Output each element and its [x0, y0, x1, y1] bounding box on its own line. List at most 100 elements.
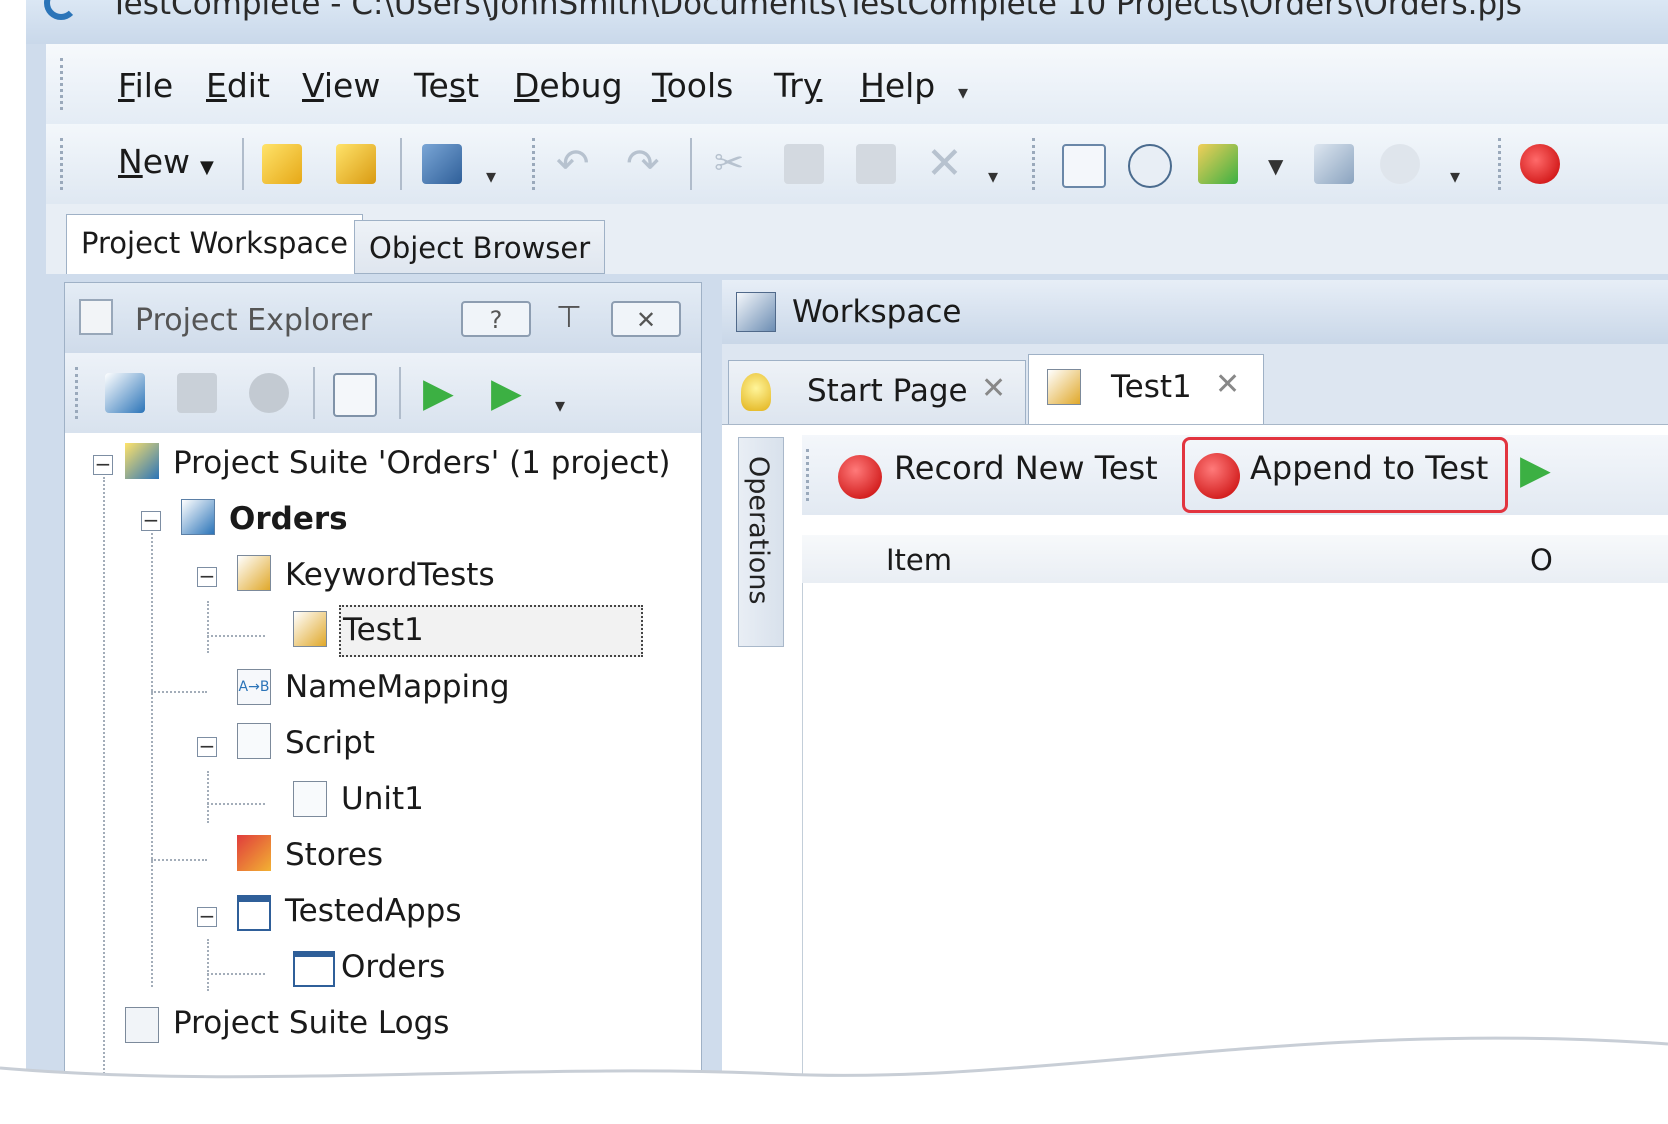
keyword-test-editor: Operations Record New Test Append to Tes…: [722, 424, 1668, 1124]
toolbar-separator: [400, 138, 402, 190]
project-collapse-toggle[interactable]: −: [141, 510, 161, 531]
project-explorer-toolbar: ▶ ▶ ▾: [65, 353, 701, 434]
operations-grid[interactable]: [802, 583, 1668, 1124]
tree-item-tested-apps[interactable]: TestedApps: [285, 893, 462, 929]
tree-item-project-suite-logs[interactable]: Project Suite Logs: [173, 1005, 449, 1041]
record-new-test-icon: [838, 455, 882, 499]
tools-dropdown-chevron-icon[interactable]: ▾: [1450, 164, 1460, 188]
project-icon: [181, 499, 215, 535]
new-item-icon[interactable]: [177, 373, 217, 413]
run-tested-app-icon[interactable]: [1198, 144, 1238, 184]
tested-app-dropdown-chevron-icon[interactable]: ▼: [1268, 154, 1283, 178]
workspace-edit-icon: [736, 292, 776, 332]
keyword-test-tab-icon: [1047, 369, 1081, 405]
open-recent-icon[interactable]: [336, 144, 376, 184]
tree-item-test1-selected[interactable]: Test1: [339, 605, 643, 657]
object-browser-icon[interactable]: [1128, 144, 1172, 188]
tree-item-keyword-tests[interactable]: KeywordTests: [285, 557, 495, 593]
close-panel-button[interactable]: ✕: [611, 301, 681, 337]
tree-connector: [207, 973, 265, 975]
copy-icon[interactable]: [784, 144, 824, 184]
tree-item-tested-app-orders[interactable]: Orders: [341, 949, 445, 985]
tab-object-browser[interactable]: Object Browser: [354, 220, 606, 274]
column-header-operation[interactable]: O: [1530, 543, 1553, 577]
menu-view[interactable]: View: [302, 66, 380, 105]
save-icon[interactable]: [422, 144, 462, 184]
object-spy-icon[interactable]: [1062, 144, 1106, 188]
tree-connector: [151, 533, 153, 987]
edit-dropdown-chevron-icon[interactable]: ▾: [988, 164, 998, 188]
tested-app-window-icon: [293, 951, 335, 987]
toolbar-grip: [532, 138, 539, 190]
run-icon[interactable]: ▶: [423, 373, 463, 413]
delete-icon[interactable]: ✕: [926, 142, 966, 186]
record-icon[interactable]: [1520, 144, 1560, 184]
toolbar-separator: [242, 138, 244, 190]
toolbar-grip: [1032, 138, 1039, 190]
operations-side-tab[interactable]: Operations: [738, 437, 784, 647]
menu-help[interactable]: Help: [860, 66, 935, 105]
menu-test[interactable]: Test: [414, 66, 479, 105]
tree-connector: [207, 635, 265, 637]
suite-collapse-toggle[interactable]: −: [93, 454, 113, 475]
project-explorer-icon: [79, 299, 113, 335]
script-collapse-toggle[interactable]: −: [197, 736, 217, 757]
menu-tools[interactable]: Tools: [652, 66, 733, 105]
menu-grip[interactable]: [60, 58, 67, 110]
cut-icon[interactable]: ✂: [714, 144, 754, 184]
main-toolbar: New ▼ ▾ ↶ ↷ ✂ ✕ ▾ ▼ ▾: [46, 124, 1668, 205]
project-explorer-title: Project Explorer: [135, 303, 373, 338]
close-start-page-icon[interactable]: ✕: [981, 371, 1006, 406]
new-button[interactable]: New ▼: [118, 142, 214, 181]
record-new-test-button[interactable]: Record New Test: [894, 449, 1158, 487]
add-project-icon[interactable]: [105, 373, 145, 413]
panel-toolbar-chevron-icon[interactable]: ▾: [555, 393, 565, 417]
lightbulb-icon: [741, 373, 771, 411]
settings-gear-icon[interactable]: [1380, 144, 1420, 184]
document-tab-strip: Start Page ✕ Test1 ✕: [722, 344, 1668, 424]
tree-item-unit1[interactable]: Unit1: [341, 781, 424, 817]
existing-item-icon[interactable]: [249, 373, 289, 413]
properties-icon[interactable]: [333, 373, 377, 417]
tree-item-name-mapping[interactable]: NameMapping: [285, 669, 510, 705]
toolbar-separator: [690, 138, 692, 190]
menu-edit[interactable]: Edit: [206, 66, 270, 105]
keywordtests-collapse-toggle[interactable]: −: [197, 566, 217, 587]
toolbar-grip[interactable]: [60, 138, 67, 190]
run-selected-icon[interactable]: ▶: [491, 373, 531, 413]
stores-icon: [237, 835, 271, 871]
main-tab-strip: Project Workspace Object Browser: [46, 204, 1668, 274]
pin-icon[interactable]: ⊤: [549, 301, 589, 337]
tab-project-workspace[interactable]: Project Workspace: [66, 214, 363, 274]
tree-item-stores[interactable]: Stores: [285, 837, 383, 873]
append-to-test-button[interactable]: Append to Test: [1250, 449, 1488, 487]
script-icon: [237, 723, 271, 759]
unit-file-icon: [293, 781, 327, 817]
menu-try[interactable]: Try: [774, 66, 822, 105]
tested-apps-icon: [237, 895, 271, 931]
save-dropdown-chevron-icon[interactable]: ▾: [486, 164, 496, 188]
help-button[interactable]: ?: [461, 301, 531, 337]
tree-item-project-orders[interactable]: Orders: [229, 501, 348, 537]
close-test1-icon[interactable]: ✕: [1215, 367, 1240, 402]
menu-overflow-chevron-icon[interactable]: ▾: [958, 80, 968, 104]
tree-connector: [151, 691, 207, 693]
paste-icon[interactable]: [856, 144, 896, 184]
menu-bar: File Edit View Test Debug Tools Try Help…: [46, 44, 1668, 125]
options-icon[interactable]: [1314, 144, 1354, 184]
tree-item-script[interactable]: Script: [285, 725, 375, 761]
open-folder-icon[interactable]: [262, 144, 302, 184]
menu-debug[interactable]: Debug: [514, 66, 623, 105]
testedapps-collapse-toggle[interactable]: −: [197, 906, 217, 927]
undo-icon[interactable]: ↶: [556, 144, 596, 184]
redo-icon[interactable]: ↷: [626, 144, 666, 184]
suite-logs-icon: [125, 1007, 159, 1043]
tab-start-page[interactable]: Start Page ✕: [728, 360, 1026, 424]
menu-file[interactable]: File: [118, 66, 173, 105]
run-test-icon[interactable]: ▶: [1520, 447, 1551, 493]
keyword-test-toolbar: Record New Test Append to Test ▶: [802, 435, 1668, 515]
tree-item-project-suite[interactable]: Project Suite 'Orders' (1 project): [173, 445, 670, 481]
tab-test1[interactable]: Test1 ✕: [1028, 354, 1264, 424]
column-header-item[interactable]: Item: [886, 543, 952, 577]
tree-connector: [207, 601, 209, 653]
